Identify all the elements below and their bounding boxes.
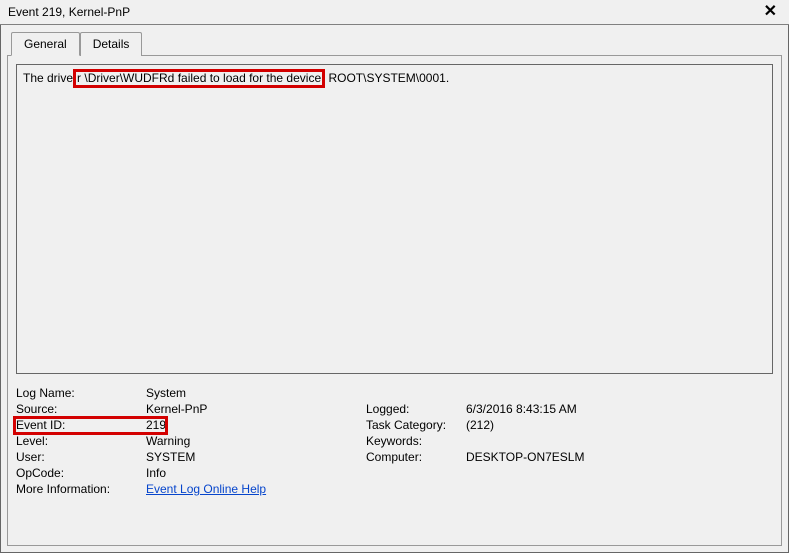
details-grid: Log Name: System Source: Kernel-PnP Logg… [16,386,773,496]
row-level-keywords: Level: Warning Keywords: [16,434,773,448]
event-properties-window: Event 219, Kernel-PnP ✕ General Details … [0,0,789,553]
titlebar: Event 219, Kernel-PnP ✕ [0,0,789,25]
more-info-label: More Information: [16,482,146,496]
source-value: Kernel-PnP [146,402,366,416]
level-value: Warning [146,434,366,448]
opcode-value: Info [146,466,366,480]
user-label: User: [16,450,146,464]
event-log-online-help-link[interactable]: Event Log Online Help [146,482,266,496]
task-category-value: (212) [466,418,494,432]
content-area: General Details The driver \Driver\WUDFR… [0,25,789,553]
task-category-label: Task Category: [366,418,466,432]
message-prefix: The drive [23,71,73,85]
level-label: Level: [16,434,146,448]
tab-general[interactable]: General [11,32,80,56]
logged-value: 6/3/2016 8:43:15 AM [466,402,577,416]
row-user-computer: User: SYSTEM Computer: DESKTOP-ON7ESLM [16,450,773,464]
user-value: SYSTEM [146,450,366,464]
close-icon[interactable]: ✕ [760,4,781,20]
row-eventid-taskcategory: Event ID: 219 Task Category: (212) [16,418,773,432]
logged-label: Logged: [366,402,466,416]
event-id-value: 219 [146,418,366,432]
opcode-label: OpCode: [16,466,146,480]
message-highlight: r \Driver\WUDFRd failed to load for the … [73,69,325,88]
window-title: Event 219, Kernel-PnP [8,5,760,19]
message-suffix: ROOT\SYSTEM\0001. [325,71,449,85]
log-name-value: System [146,386,366,400]
event-id-label: Event ID: [16,418,146,432]
tab-strip: General Details [7,31,782,55]
source-label: Source: [16,402,146,416]
tab-details-label: Details [93,37,130,51]
row-more-info: More Information: Event Log Online Help [16,482,773,496]
keywords-label: Keywords: [366,434,466,448]
computer-value: DESKTOP-ON7ESLM [466,450,584,464]
computer-label: Computer: [366,450,466,464]
tab-details[interactable]: Details [80,32,143,56]
row-opcode: OpCode: Info [16,466,773,480]
tab-panel-general: The driver \Driver\WUDFRd failed to load… [7,55,782,546]
log-name-label: Log Name: [16,386,146,400]
row-log-name: Log Name: System [16,386,773,400]
event-message-box[interactable]: The driver \Driver\WUDFRd failed to load… [16,64,773,374]
row-source-logged: Source: Kernel-PnP Logged: 6/3/2016 8:43… [16,402,773,416]
tab-general-label: General [24,37,67,51]
